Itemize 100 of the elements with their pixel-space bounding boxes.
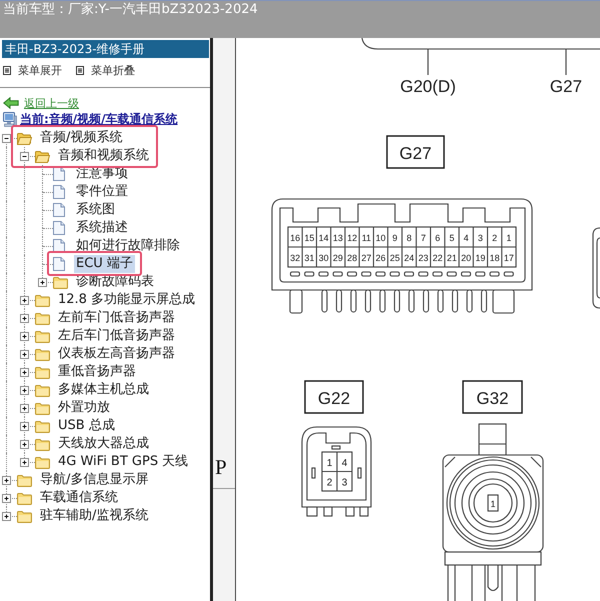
pin-number: 2	[492, 233, 498, 243]
folder-icon	[35, 348, 50, 360]
folder-icon	[35, 420, 50, 432]
pin-number: 29	[332, 253, 343, 263]
callout-label: G20(D)	[400, 77, 456, 96]
connector-label: G32	[476, 389, 509, 408]
folder-icon	[35, 330, 50, 342]
label-frame	[304, 380, 364, 414]
tree-item[interactable]: 系统描述	[74, 219, 130, 237]
tree-item[interactable]: 导航/多信息显示屏	[38, 471, 150, 489]
breadcrumb-link[interactable]: 当前:音频/视频/车载通信系统	[0, 111, 178, 127]
pin-number: 5	[449, 233, 454, 243]
pin-number: 6	[435, 233, 440, 243]
folder-icon	[35, 456, 50, 468]
tree-item[interactable]: 12.8 多功能显示屏总成	[56, 291, 198, 309]
pin-number: 7	[420, 233, 426, 243]
tree-item[interactable]: ECU 端子	[74, 255, 135, 273]
tree-item[interactable]: 车载通信系统	[38, 489, 120, 507]
pin-number: 1	[490, 499, 496, 509]
tree-item[interactable]: 系统图	[74, 201, 117, 219]
pin-number: 1	[506, 233, 512, 243]
tree-item[interactable]: 左后车门低音扬声器	[56, 327, 177, 345]
tree-item[interactable]: 音频/视频系统	[38, 129, 124, 147]
pin-number: 30	[318, 253, 329, 263]
open-folder-icon	[35, 150, 50, 162]
folder-icon	[35, 294, 50, 306]
plus-icon[interactable]	[38, 278, 47, 287]
menu-action[interactable]: 菜单折叠	[76, 62, 135, 78]
pin-number: 20	[461, 253, 472, 263]
plus-icon[interactable]	[20, 332, 29, 341]
computer-icon	[3, 112, 17, 126]
tree-item[interactable]: 外置功放	[56, 399, 112, 417]
tree-item[interactable]: 4G WiFi BT GPS 天线	[56, 453, 190, 471]
folder-icon	[17, 492, 32, 504]
leader-line	[427, 49, 429, 75]
pin-number: 3	[342, 478, 348, 488]
plus-icon[interactable]	[2, 512, 11, 521]
plus-icon[interactable]	[2, 476, 11, 485]
pin-number: 27	[361, 253, 372, 263]
pin-number: 3	[478, 233, 483, 243]
pin-number: 26	[376, 253, 386, 263]
pin-number: 18	[490, 253, 500, 263]
pin-number: 12	[347, 233, 358, 243]
tree-item[interactable]: 驻车辅助/监视系统	[38, 507, 150, 525]
tree-item[interactable]: 如何进行故障排除	[74, 237, 182, 255]
tree-item[interactable]: 天线放大器总成	[56, 435, 151, 453]
list-icon	[3, 66, 11, 74]
tree-item[interactable]: 左前车门低音扬声器	[56, 309, 177, 327]
plus-icon[interactable]	[20, 314, 29, 323]
tree-item[interactable]: 重低音扬声器	[56, 363, 138, 381]
page-icon	[53, 185, 65, 199]
plus-icon[interactable]	[20, 296, 29, 305]
tree-item[interactable]: 音频和视频系统	[56, 147, 151, 165]
pin-number: 17	[504, 253, 514, 263]
pin-number: 16	[290, 233, 300, 243]
pin-number: 32	[290, 253, 300, 263]
connector-label: G27	[399, 144, 432, 163]
folder-icon	[35, 384, 50, 396]
back-link[interactable]: 返回上一级	[0, 95, 79, 111]
folder-icon	[35, 438, 50, 450]
plus-icon[interactable]	[20, 440, 29, 449]
page-icon	[53, 257, 65, 271]
folder-icon	[17, 474, 32, 486]
pin-number: 10	[376, 233, 386, 243]
plus-icon[interactable]	[20, 386, 29, 395]
pin-number: 21	[446, 253, 457, 263]
pin-number: 14	[318, 233, 329, 243]
plus-icon[interactable]	[20, 458, 29, 467]
plus-icon[interactable]	[2, 494, 11, 503]
plus-icon[interactable]	[20, 368, 29, 377]
model-label: 当前车型：	[3, 2, 68, 18]
pin-number: 9	[392, 233, 398, 243]
tree-item[interactable]: 零件位置	[74, 183, 130, 201]
tree-item[interactable]: 多媒体主机总成	[56, 381, 151, 399]
pin-number: 23	[418, 253, 428, 263]
pin-number: 4	[342, 458, 348, 469]
callout-label: G27	[550, 77, 582, 96]
back-arrow-icon	[3, 97, 19, 109]
list-icon	[76, 66, 84, 74]
pin-number: 2	[326, 478, 332, 488]
page-icon	[53, 167, 65, 181]
page-icon	[53, 221, 65, 235]
plus-icon[interactable]	[20, 350, 29, 359]
pin-number: 28	[347, 253, 358, 263]
minus-icon[interactable]	[20, 152, 29, 161]
connector-label: G22	[318, 389, 350, 408]
minus-icon[interactable]	[2, 134, 11, 143]
plus-icon[interactable]	[20, 404, 29, 413]
label-frame	[462, 380, 523, 414]
clipped-text: P	[214, 456, 227, 478]
pin-number: 31	[304, 253, 314, 263]
pin-number: 22	[432, 253, 443, 263]
tree-item[interactable]: USB 总成	[56, 417, 117, 435]
tree-item[interactable]: 仪表板左高音扬声器	[56, 345, 177, 363]
model-value: 厂家:Y-一汽丰田bZ32023-2024	[68, 2, 258, 18]
pin-number: 13	[332, 233, 343, 243]
menu-action[interactable]: 菜单展开	[3, 62, 62, 78]
plus-icon[interactable]	[20, 422, 29, 431]
folder-icon	[35, 366, 50, 378]
leader-line	[565, 49, 567, 75]
